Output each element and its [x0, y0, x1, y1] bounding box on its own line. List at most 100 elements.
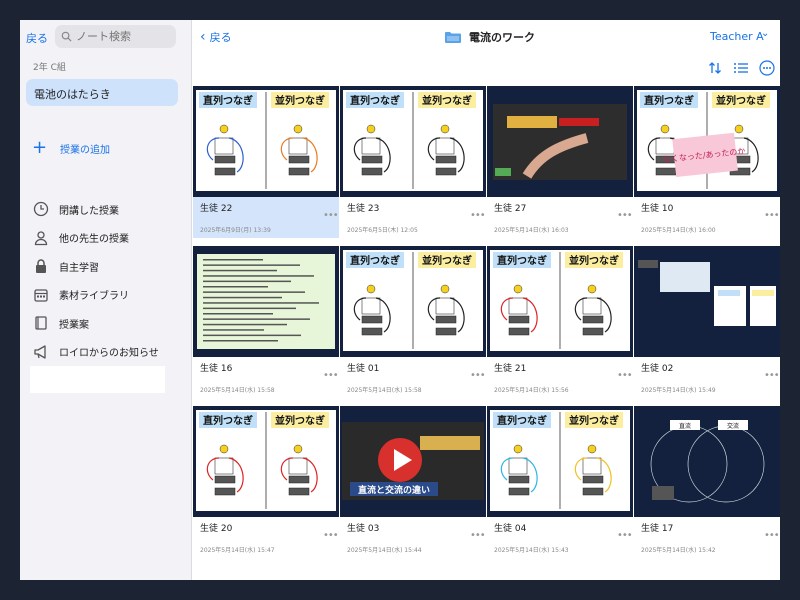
sidebar-item-label: 他の先生の授業: [59, 234, 129, 246]
card-more-icon[interactable]: •••: [617, 530, 633, 541]
sidebar-item-lesson-plans[interactable]: 授業案: [32, 309, 159, 338]
thumb-label: 直列つなぎ: [203, 94, 253, 107]
search-input[interactable]: [76, 30, 176, 43]
sidebar: 戻る 2年 C組 電池のはたらき + 授業の追加 閉講した授業 他の先生の授業 …: [20, 20, 192, 580]
card-more-icon[interactable]: •••: [617, 210, 633, 221]
card-thumbnail[interactable]: [634, 246, 780, 357]
thumb-video-title: 直流と交流の違い: [358, 484, 430, 496]
student-card[interactable]: 生徒 02 ••• 2025年5月14日(水) 15:49: [634, 246, 780, 406]
thumb-label: 直列つなぎ: [497, 414, 547, 427]
student-card[interactable]: 直列つなぎ 並列つなぎ 生徒 22 ••• 2025年6月9日(月) 13:39: [193, 86, 339, 246]
card-more-icon[interactable]: •••: [470, 530, 486, 541]
card-more-icon[interactable]: •••: [764, 530, 780, 541]
card-thumbnail[interactable]: 直列つなぎ 並列つなぎ: [340, 86, 486, 197]
student-name: 生徒 23: [347, 204, 380, 214]
card-more-icon[interactable]: •••: [323, 530, 339, 541]
more-options-icon[interactable]: [754, 60, 780, 76]
submission-date: 2025年6月5日(木) 12:05: [347, 227, 418, 234]
thumb-dc: 直流: [679, 422, 691, 430]
sidebar-item-label: 自主学習: [59, 262, 99, 274]
student-name: 生徒 04: [494, 524, 527, 534]
card-info: 生徒 20 ••• 2025年5月14日(水) 15:47: [193, 517, 339, 558]
page-title-text: 電流のワーク: [469, 31, 535, 44]
student-name: 生徒 22: [200, 204, 233, 214]
sidebar-item-label: 授業案: [59, 319, 89, 331]
student-name: 生徒 27: [494, 204, 527, 214]
student-card[interactable]: 直列つなぎ 並列つなぎ なくなった/あったのか 生徒 10 ••• 2025年5月14日(…: [634, 86, 780, 246]
student-name: 生徒 03: [347, 524, 380, 534]
sidebar-item-self-study[interactable]: 自主学習: [32, 252, 159, 281]
back-button[interactable]: ‹ 戻る: [200, 29, 232, 45]
list-view-icon[interactable]: [728, 60, 754, 76]
app-window: 戻る 2年 C組 電池のはたらき + 授業の追加 閉講した授業 他の先生の授業 …: [20, 20, 780, 580]
sidebar-item-material-library[interactable]: 素材ライブラリ: [32, 281, 159, 310]
chevron-down-icon[interactable]: ⌄: [761, 28, 769, 39]
card-more-icon[interactable]: •••: [764, 370, 780, 381]
sidebar-menu: 閉講した授業 他の先生の授業 自主学習 素材ライブラリ 授業案 ロイロからのお知…: [32, 195, 159, 366]
top-bar: ‹ 戻る 電流のワーク Teacher A ⌄: [192, 20, 780, 50]
card-thumbnail[interactable]: 直流と交流の違い: [340, 406, 486, 517]
card-info: 生徒 16 ••• 2025年5月14日(水) 15:58: [193, 357, 339, 398]
sidebar-item-other-teachers[interactable]: 他の先生の授業: [32, 224, 159, 253]
sort-icon[interactable]: [702, 60, 728, 76]
sidebar-item-announcements[interactable]: ロイロからのお知らせ: [32, 338, 159, 367]
sidebar-item-closed-lessons[interactable]: 閉講した授業: [32, 195, 159, 224]
add-lesson-button[interactable]: + 授業の追加: [32, 139, 110, 157]
student-card[interactable]: 生徒 27 ••• 2025年5月14日(水) 16:03: [487, 86, 633, 246]
student-card[interactable]: 直列つなぎ 並列つなぎ生徒 23 ••• 2025年6月5日(木) 12:05: [340, 86, 486, 246]
teacher-selector[interactable]: Teacher A: [710, 30, 764, 43]
thumb-label: 並列つなぎ: [275, 414, 325, 427]
sidebar-item-selected-lesson[interactable]: 電池のはたらき: [26, 79, 178, 106]
sidebar-back-button[interactable]: 戻る: [26, 30, 48, 46]
student-name: 生徒 16: [200, 364, 233, 374]
card-more-icon[interactable]: •••: [470, 210, 486, 221]
thumb-label: 並列つなぎ: [716, 94, 766, 107]
card-more-icon[interactable]: •••: [764, 210, 780, 221]
folder-icon: [445, 32, 461, 43]
back-label: 戻る: [209, 31, 232, 44]
chevron-left-icon: ‹: [200, 28, 206, 45]
search-field[interactable]: [55, 25, 176, 48]
card-thumbnail[interactable]: 直列つなぎ 並列つなぎ: [340, 246, 486, 357]
student-card[interactable]: 直列つなぎ 並列つなぎ 生徒 04 ••• 2025年5月14日(水) 15:43: [487, 406, 633, 566]
card-info: 生徒 02 ••• 2025年5月14日(水) 15:49: [634, 357, 780, 398]
student-card[interactable]: 直列つなぎ 並列つなぎ 生徒 01 ••• 2025年5月14日(水) 15:58: [340, 246, 486, 406]
sidebar-item-label: 素材ライブラリ: [59, 291, 129, 303]
student-card[interactable]: 直列つなぎ 並列つなぎ生徒 20 ••• 2025年5月14日(水) 15:47: [193, 406, 339, 566]
card-more-icon[interactable]: •••: [323, 370, 339, 381]
thumb-label: 直列つなぎ: [497, 254, 547, 267]
sidebar-item-label: 閉講した授業: [59, 205, 119, 217]
thumb-ac: 交流: [727, 422, 739, 430]
student-card[interactable]: 直流と交流の違い生徒 03 ••• 2025年5月14日(水) 15:44: [340, 406, 486, 566]
thumb-label: 並列つなぎ: [275, 94, 325, 107]
card-info: 生徒 17 ••• 2025年5月14日(水) 15:42: [634, 517, 780, 558]
card-more-icon[interactable]: •••: [617, 370, 633, 381]
student-card[interactable]: 直流 交流 生徒 17 ••• 2025年5月14日(水) 15:42: [634, 406, 780, 566]
submission-date: 2025年5月14日(水) 15:56: [494, 387, 569, 394]
card-thumbnail[interactable]: [193, 246, 339, 357]
card-thumbnail[interactable]: 直列つなぎ 並列つなぎ: [487, 246, 633, 357]
student-card[interactable]: 生徒 16 ••• 2025年5月14日(水) 15:58: [193, 246, 339, 406]
card-thumbnail[interactable]: 直流 交流: [634, 406, 780, 517]
calendar-icon: [32, 286, 50, 304]
card-info: 生徒 23 ••• 2025年6月5日(木) 12:05: [340, 197, 486, 238]
card-thumbnail[interactable]: 直列つなぎ 並列つなぎ なくなった/あったのか: [634, 86, 780, 197]
lock-icon: [32, 257, 50, 275]
submission-date: 2025年5月14日(水) 15:44: [347, 547, 422, 554]
sidebar-blank-panel: [30, 366, 165, 393]
thumb-label: 直列つなぎ: [203, 414, 253, 427]
card-thumbnail[interactable]: 直列つなぎ 並列つなぎ: [193, 406, 339, 517]
submission-date: 2025年5月14日(水) 15:42: [641, 547, 716, 554]
card-thumbnail[interactable]: 直列つなぎ 並列つなぎ: [487, 406, 633, 517]
student-card[interactable]: 直列つなぎ 並列つなぎ生徒 21 ••• 2025年5月14日(水) 15:56: [487, 246, 633, 406]
card-more-icon[interactable]: •••: [470, 370, 486, 381]
card-thumbnail[interactable]: 直列つなぎ 並列つなぎ: [193, 86, 339, 197]
card-more-icon[interactable]: •••: [323, 210, 339, 221]
thumb-label: 並列つなぎ: [569, 414, 619, 427]
card-thumbnail[interactable]: [487, 86, 633, 197]
search-icon: [61, 31, 72, 42]
sidebar-item-label: ロイロからのお知らせ: [59, 348, 159, 360]
student-name: 生徒 21: [494, 364, 527, 374]
toolbar: [702, 60, 780, 76]
thumb-label: 並列つなぎ: [422, 254, 472, 267]
